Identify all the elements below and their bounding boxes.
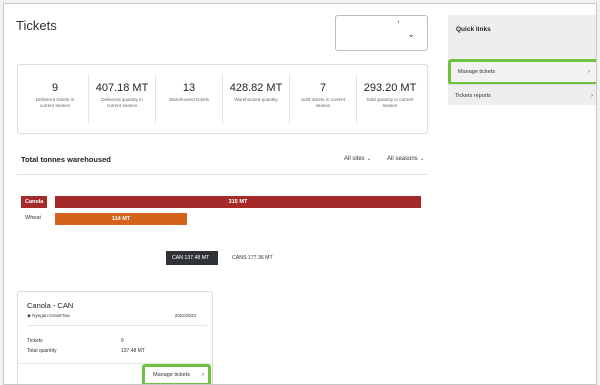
section-title: Total tonnes warehoused [21,155,111,164]
filter-label: All sites [344,156,365,162]
row-value: 137.48 MT [121,348,145,354]
filter-seasons-dropdown[interactable]: All seasons ⌄ [387,156,424,162]
row-label: Tickets [27,338,43,344]
button-label: Manage tickets [153,372,190,378]
stat-warehoused-tickets: 13 Warehoused tickets [156,74,223,124]
site-season: 2022/2023 [174,313,196,318]
stat-value: 9 [51,82,59,94]
stat-label: Sold quantity in current season [366,97,414,108]
stat-warehoused-quantity: 428.82 MT Warehoused quantity [223,74,290,124]
chevron-down-icon: ⌄ [407,29,415,39]
stat-value: 13 [182,82,196,94]
bar-category-label[interactable]: Wheat [21,212,45,224]
quick-links-title: Quick links [456,26,491,33]
app-window: Tickets ⌄ 9 Delivered tickets in current… [3,3,597,385]
select-value [398,20,399,23]
site-card-title: Canola - CAN [27,301,74,310]
page-title: Tickets [16,18,57,33]
quick-links-panel: Quick links Manage tickets › Tickets rep… [448,15,596,106]
manage-tickets-button[interactable]: Manage tickets › [142,364,211,384]
stat-value: 7 [319,82,327,94]
chevron-down-icon: ⌄ [419,156,425,162]
stat-delivered-quantity: 407.18 MT Delivered quantity in current … [89,74,156,124]
stat-label: Delivered quantity in current season [101,97,143,108]
bar-category-label[interactable]: Canola [21,196,48,208]
stat-value: 428.82 MT [229,82,283,94]
site-location-label: Nyngan-GrainFlow [32,313,70,318]
stat-label: Warehoused quantity [234,97,278,102]
stats-card: 9 Delivered tickets in current season 40… [17,64,428,134]
site-location: ◉ Nyngan-GrainFlow [27,313,70,319]
row-value: 6 [121,338,124,344]
chevron-right-icon: › [591,93,593,99]
stat-label: Delivered tickets in current season [35,97,75,108]
stat-label: Sold tickets in current season [301,97,345,108]
divider [17,174,428,175]
bar-wheat[interactable]: 114 MT [55,213,187,225]
quick-link-label: Manage tickets [458,69,495,75]
stat-sold-tickets: 7 Sold tickets in current season [290,74,357,124]
stat-delivered-tickets: 9 Delivered tickets in current season [22,74,89,124]
quick-link-label: Tickets reports [455,93,491,99]
location-pin-icon: ◉ [27,313,31,318]
chevron-right-icon: › [202,372,204,378]
stat-label: Warehoused tickets [168,97,210,102]
stat-value: 407.18 MT [95,82,149,94]
variety-button-cans[interactable]: CANS 177.36 MT [226,251,279,265]
divider [27,325,207,326]
filter-label: All seasons [387,156,418,162]
stat-sold-quantity: 293.20 MT Sold quantity in current seaso… [357,74,423,124]
season-select[interactable]: ⌄ [335,15,428,51]
quick-link-tickets-reports[interactable]: Tickets reports › [448,84,596,106]
chevron-right-icon: › [588,69,590,75]
row-label: Total quantity [27,348,57,354]
chevron-down-icon: ⌄ [366,156,372,162]
stat-value: 293.20 MT [363,82,417,94]
variety-button-can[interactable]: CAN 137.48 MT [166,251,218,265]
filter-sites-dropdown[interactable]: All sites ⌄ [344,156,371,162]
quick-link-manage-tickets[interactable]: Manage tickets › [448,59,596,85]
bar-canola[interactable]: 315 MT [55,196,421,208]
